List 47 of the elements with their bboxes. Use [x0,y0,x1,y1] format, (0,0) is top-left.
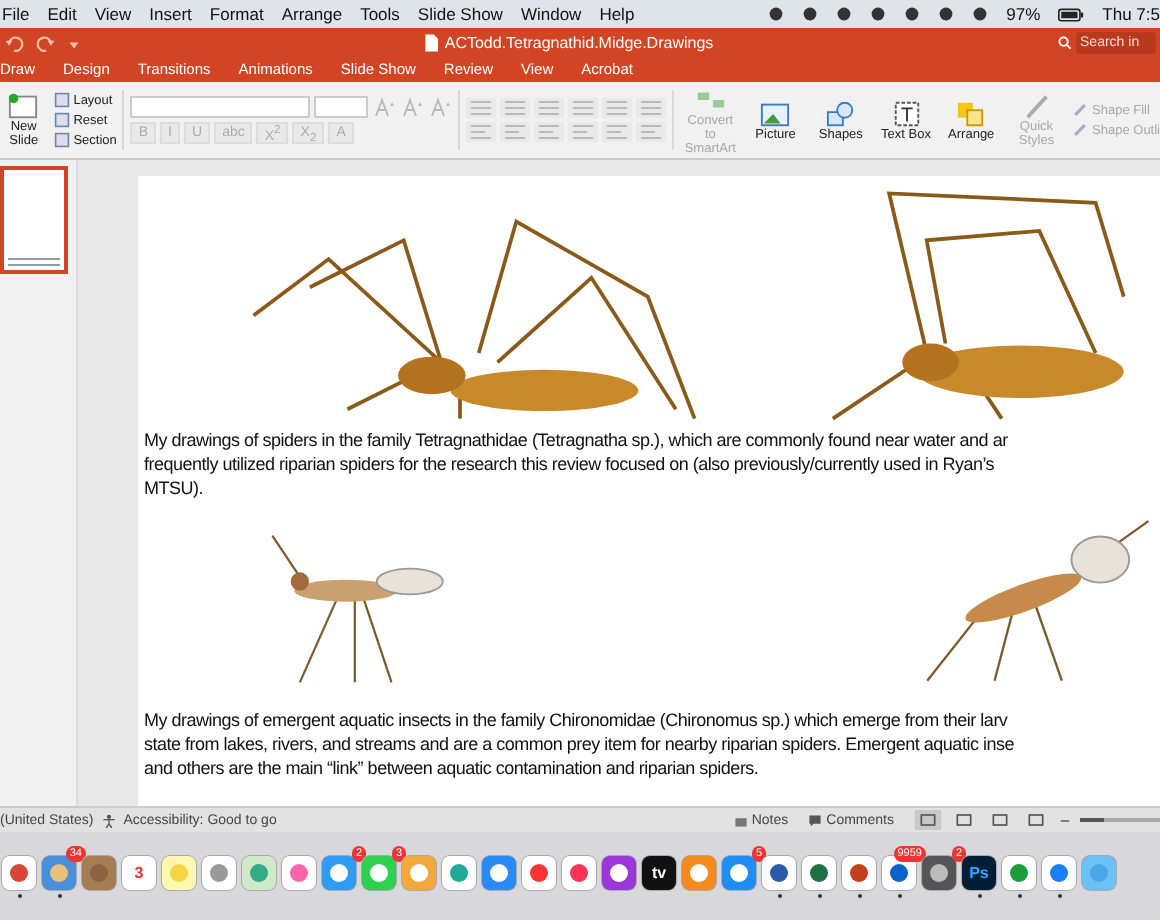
menu-item[interactable]: Arrange [281,4,343,24]
font-size-icon[interactable] [400,97,425,117]
arrange-icon [956,99,987,127]
clock: Thu 7:5 [1102,4,1160,24]
paragraph-icon[interactable] [568,98,599,118]
menu-item[interactable]: Window [520,4,582,24]
slide-thumbnail[interactable] [0,166,68,274]
font-size-icon[interactable] [372,97,397,117]
menu-item[interactable]: View [94,4,132,24]
menu-item[interactable]: Help [599,4,635,24]
battery-icon[interactable] [1058,7,1085,21]
accessibility-icon [101,813,116,827]
menu-item[interactable]: Tools [360,4,400,24]
paragraph-icon[interactable] [636,98,667,118]
undo-icon[interactable] [4,33,24,53]
font-name-field[interactable] [130,96,311,118]
menu-item[interactable]: File [2,4,30,24]
search-icon [1058,36,1073,50]
paragraph-icon[interactable] [602,98,633,118]
align-icon[interactable] [466,122,497,142]
align-icon[interactable] [534,122,565,142]
picture-icon [760,99,791,127]
paragraph-icon[interactable] [466,98,497,118]
menu-item[interactable]: Slide Show [417,4,503,24]
comment-icon [808,813,823,827]
align-icon[interactable] [500,122,531,142]
align-icon[interactable] [602,122,633,142]
menu-item[interactable]: Format [209,4,264,24]
slide-paragraph: My drawings of spiders in the family Tetragnathidae (Tetragnatha sp.), which are commonly found near water and ar frequently utilized riparian spiders for the research this review focused on (also previously/currently used in Ryan’s MTSU). [144,428,1010,500]
window-title: ACTodd.Tetragnathid.Midge.Drawings [444,34,714,52]
view-mode-icon[interactable] [914,810,942,830]
paragraph-icon[interactable] [500,98,531,118]
font-size-icon[interactable] [428,97,453,117]
redo-icon[interactable] [36,33,56,53]
slide-paragraph: My drawings of emergent aquatic insects in the family Chironomidae (Chironomus sp.) which emerge from their larv state from lakes, rivers, and streams and are a common prey item for nearby riparian spiders. Emergent aquatic inse and others are the main “link” between aquatic contamination and riparian spiders. [144,708,1016,780]
align-icon[interactable] [636,122,667,142]
text-box-icon [891,99,921,127]
menu-item[interactable]: Insert [149,4,192,24]
paragraph-icon[interactable] [534,98,565,118]
slide-icon [8,92,39,120]
document-icon [424,34,439,52]
dropdown-icon[interactable] [68,37,80,49]
shapes-icon [825,99,856,127]
align-icon[interactable] [568,122,599,142]
font-size-field[interactable] [314,96,369,118]
battery-percentage: 97% [1006,4,1041,24]
menu-item[interactable]: Edit [47,4,77,24]
